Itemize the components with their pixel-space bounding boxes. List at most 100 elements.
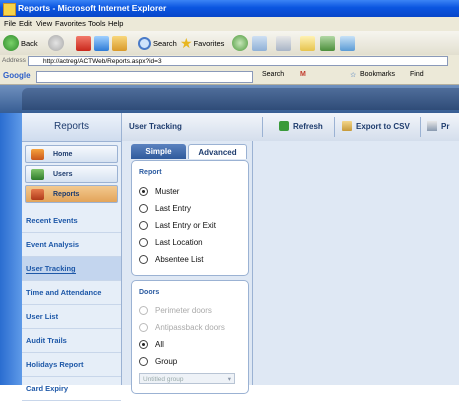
stop-icon (76, 35, 91, 51)
left-frame (0, 113, 22, 385)
edit-icon (300, 35, 315, 51)
options-panel: Simple Advanced Report Muster Last Entry… (122, 141, 253, 394)
sidebar: Reports Home Users Reports Recent Events… (22, 113, 122, 401)
app-header-inner (22, 88, 459, 110)
address-input[interactable]: http://actreg/ACTWeb/Reports.aspx?id=3 (28, 56, 448, 66)
gmail-icon[interactable]: M (300, 71, 306, 78)
google-bookmarks-button[interactable]: Bookmarks (360, 71, 395, 78)
menu-file[interactable]: File (4, 19, 16, 28)
favorites-button[interactable]: ★ Favorites (180, 34, 224, 52)
divider (334, 117, 335, 137)
nav-holidays-report[interactable]: Holidays Report (22, 353, 121, 377)
nav-user-tracking[interactable]: User Tracking (22, 257, 121, 281)
radio-icon (139, 187, 148, 196)
address-bar: Address http://actreg/ACTWeb/Reports.asp… (0, 55, 459, 69)
browser-toolbar: Back Search ★ Favorites (0, 31, 459, 56)
radio-last-location[interactable]: Last Location (139, 237, 203, 248)
app-header-strip (0, 85, 459, 113)
divider (420, 117, 421, 137)
doors-group-label: Doors (139, 289, 160, 296)
home-icon (31, 148, 44, 160)
radio-icon (139, 323, 148, 332)
report-group-label: Report (139, 169, 162, 176)
print-browser-button[interactable] (276, 34, 291, 52)
radio-absentee-list[interactable]: Absentee List (139, 254, 203, 265)
page-title: User Tracking (129, 122, 182, 131)
radio-icon (139, 357, 148, 366)
print-button[interactable]: Pr (427, 121, 449, 131)
divider (262, 117, 263, 137)
menu-view[interactable]: View (36, 19, 52, 28)
radio-group[interactable]: Group (139, 356, 177, 367)
history-button[interactable] (232, 34, 248, 52)
sidebar-home-button[interactable]: Home (25, 145, 118, 163)
refresh-icon (279, 121, 289, 131)
google-search-input[interactable] (36, 71, 253, 83)
sidebar-header: Reports (22, 113, 121, 142)
radio-last-entry[interactable]: Last Entry (139, 203, 191, 214)
nav-user-list[interactable]: User List (22, 305, 121, 329)
radio-icon (139, 255, 148, 264)
refresh-page-icon (94, 35, 109, 51)
print-icon (427, 121, 437, 131)
menu-edit[interactable]: Edit (19, 19, 32, 28)
mail-button[interactable] (252, 34, 267, 52)
radio-icon (139, 340, 148, 349)
report-group: Report Muster Last Entry Last Entry or E… (131, 160, 249, 276)
menu-help[interactable]: Help (108, 19, 123, 28)
search-button[interactable]: Search (138, 34, 177, 52)
radio-icon (139, 204, 148, 213)
sidebar-reports-button[interactable]: Reports (25, 185, 118, 203)
google-search-button[interactable]: Search (262, 71, 284, 78)
nav-time-and-attendance[interactable]: Time and Attendance (22, 281, 121, 305)
nav-event-analysis[interactable]: Event Analysis (22, 233, 121, 257)
report-content-area (253, 141, 459, 385)
window-title: Reports - Microsoft Internet Explorer (18, 3, 167, 13)
sidebar-users-button[interactable]: Users (25, 165, 118, 183)
refresh-button[interactable]: Refresh (279, 121, 323, 131)
radio-icon (139, 221, 148, 230)
nav-card-expiry[interactable]: Card Expiry (22, 377, 121, 401)
research-button[interactable] (340, 34, 355, 52)
google-find-button[interactable]: Find (410, 71, 424, 78)
chevron-down-icon: ▾ (227, 376, 231, 383)
mail-icon (252, 35, 267, 51)
star-icon: ★ (180, 35, 193, 51)
menu-favorites[interactable]: Favorites (55, 19, 86, 28)
radio-antipassback-doors[interactable]: Antipassback doors (139, 322, 225, 333)
forward-button[interactable] (48, 34, 64, 52)
nav-audit-trails[interactable]: Audit Trails (22, 329, 121, 353)
home-browser-button[interactable] (112, 34, 127, 52)
home-page-icon (112, 35, 127, 51)
ie-icon (3, 3, 16, 16)
reports-icon (31, 188, 44, 200)
bookmark-star-icon: ☆ (350, 72, 357, 79)
menu-bar: File Edit View Favorites Tools Help (0, 17, 459, 32)
radio-icon (139, 306, 148, 315)
export-csv-button[interactable]: Export to CSV (342, 121, 410, 131)
radio-all[interactable]: All (139, 339, 164, 350)
radio-last-entry-or-exit[interactable]: Last Entry or Exit (139, 220, 216, 231)
radio-muster[interactable]: Muster (139, 186, 179, 197)
refresh-browser-button[interactable] (94, 34, 109, 52)
stop-button[interactable] (76, 34, 91, 52)
export-icon (342, 121, 352, 131)
search-icon (138, 36, 151, 50)
nav-recent-events[interactable]: Recent Events (22, 209, 121, 233)
users-icon (31, 168, 44, 180)
back-button[interactable]: Back (3, 34, 38, 52)
group-select[interactable]: Untitled group ▾ (139, 373, 235, 384)
edit-button[interactable] (300, 34, 315, 52)
messenger-button[interactable] (320, 34, 335, 52)
print-page-icon (276, 35, 291, 51)
menu-tools[interactable]: Tools (88, 19, 106, 28)
google-logo: Google (3, 71, 31, 80)
tab-advanced[interactable]: Advanced (188, 144, 247, 159)
history-icon (232, 35, 248, 51)
radio-perimeter-doors[interactable]: Perimeter doors (139, 305, 212, 316)
doors-group: Doors Perimeter doors Antipassback doors… (131, 280, 249, 394)
back-arrow-icon (3, 35, 19, 51)
radio-icon (139, 238, 148, 247)
forward-arrow-icon (48, 35, 64, 51)
tab-simple[interactable]: Simple (131, 144, 186, 159)
